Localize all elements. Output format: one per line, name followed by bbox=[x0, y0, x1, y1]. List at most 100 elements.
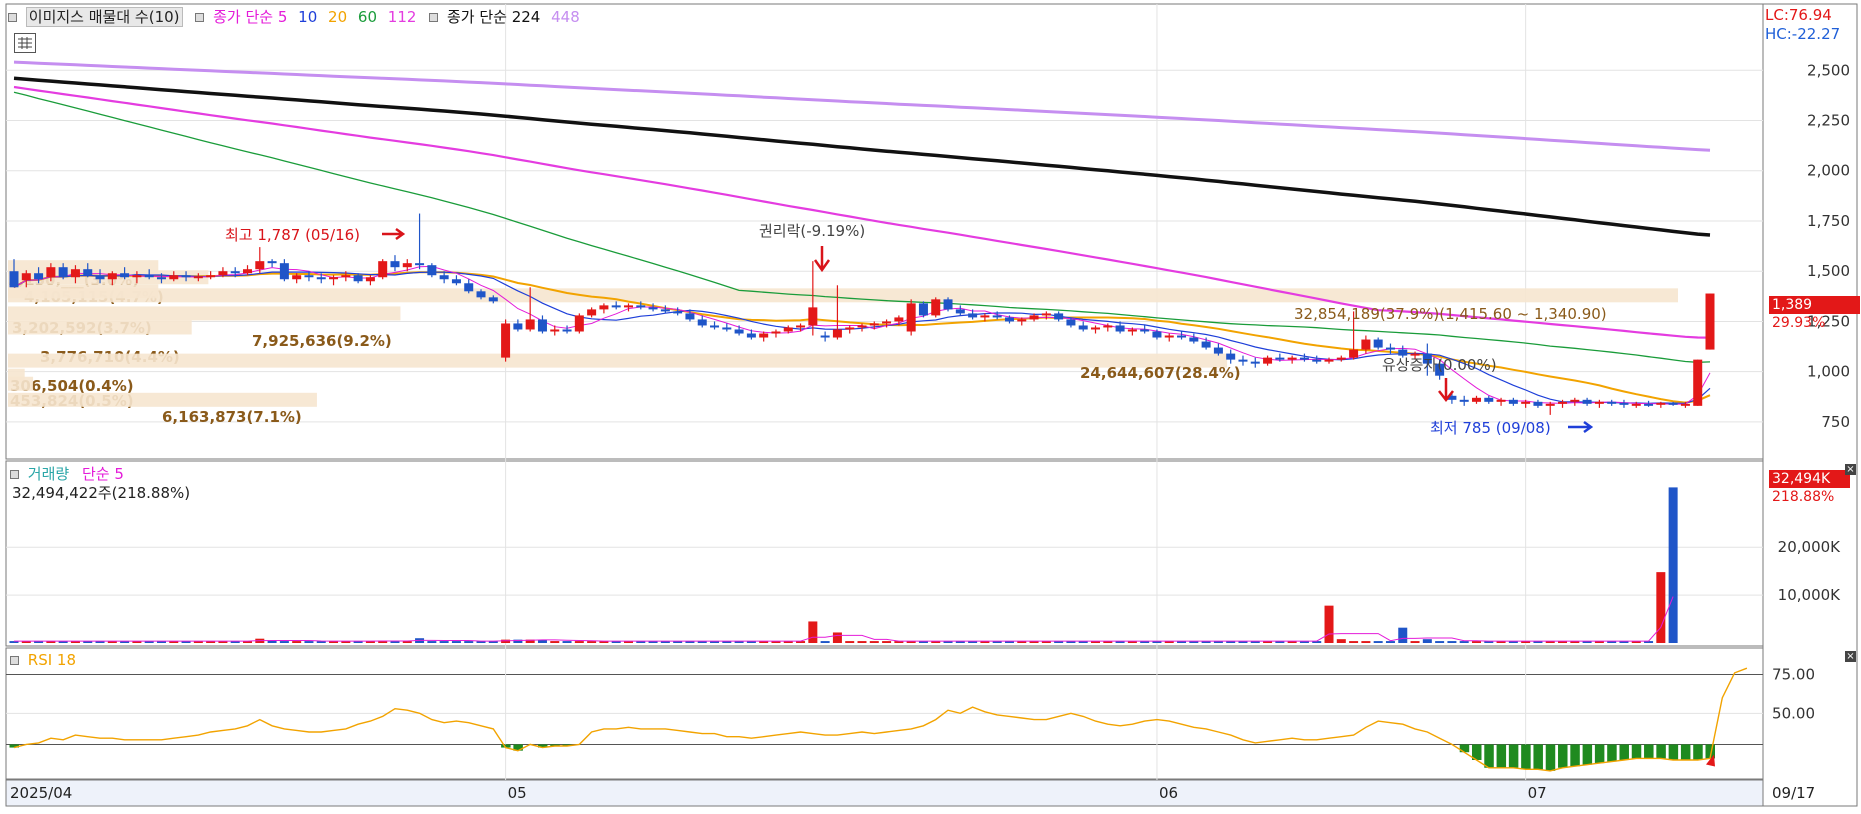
candle-body bbox=[1693, 359, 1703, 406]
candle-body bbox=[636, 305, 646, 308]
candle-body bbox=[95, 275, 105, 280]
ma224-label: 종가 단순 224 bbox=[446, 8, 541, 26]
candle-body bbox=[464, 283, 474, 292]
candle-body bbox=[869, 323, 879, 326]
candle-body bbox=[1066, 319, 1076, 326]
candle-body bbox=[1029, 315, 1039, 320]
candle-body bbox=[808, 307, 818, 326]
candle-body bbox=[574, 315, 584, 332]
volume-profile-label: 7,925,636(9.2%) bbox=[252, 332, 392, 350]
volume-bar bbox=[1324, 605, 1334, 643]
current-price-badge: 1,389 bbox=[1769, 296, 1860, 314]
volume-bar bbox=[882, 641, 892, 643]
candle-body bbox=[181, 275, 191, 278]
rsi-oversold-fill bbox=[1558, 744, 1568, 768]
candle-body bbox=[697, 319, 707, 326]
volume-bar bbox=[1459, 641, 1469, 643]
candle-body bbox=[685, 313, 695, 320]
candle-body bbox=[1115, 325, 1125, 332]
candle-body bbox=[1705, 293, 1715, 350]
candle-body bbox=[267, 261, 277, 264]
candle-body bbox=[218, 271, 228, 276]
collapse-icon[interactable] bbox=[429, 13, 439, 22]
volume-bar bbox=[832, 632, 842, 643]
close-icon[interactable]: × bbox=[1845, 651, 1856, 662]
table-grid-icon[interactable] bbox=[14, 33, 36, 53]
candle-body bbox=[1361, 339, 1371, 350]
ma-label: 종가 단순 bbox=[213, 8, 274, 26]
x-tick-label: 2025/04 bbox=[10, 784, 72, 802]
ma5-label: 5 bbox=[277, 8, 288, 26]
candle-body bbox=[1103, 325, 1113, 328]
volume-bar bbox=[1471, 641, 1481, 643]
candle-body bbox=[1041, 313, 1051, 316]
candle-body bbox=[243, 269, 253, 274]
price-indicator-title[interactable]: 이미지스 매물대 수(10) bbox=[25, 7, 183, 27]
volume-bar bbox=[1656, 572, 1666, 643]
candle-body bbox=[673, 311, 683, 314]
volume-bar bbox=[1398, 627, 1408, 643]
candle-body bbox=[955, 309, 965, 314]
candle-body bbox=[501, 323, 511, 358]
volume-tick-label: 20,000K bbox=[1778, 538, 1841, 556]
low-annotation-label: 최저 785 (09/08) bbox=[1430, 419, 1551, 437]
ma20-label: 20 bbox=[328, 8, 348, 26]
candle-body bbox=[1127, 329, 1137, 332]
rsi-oversold-fill bbox=[1656, 744, 1666, 759]
volume-profile-label: 24,644,607(28.4%) bbox=[1080, 364, 1241, 382]
candle-body bbox=[992, 315, 1002, 318]
candle-body bbox=[918, 303, 928, 316]
collapse-icon[interactable] bbox=[8, 13, 17, 22]
candle-body bbox=[1619, 402, 1629, 405]
candle-body bbox=[34, 273, 44, 280]
candle-body bbox=[1558, 401, 1568, 404]
candle-body bbox=[1373, 339, 1383, 348]
rsi-oversold-fill bbox=[1594, 744, 1605, 764]
candle-body bbox=[660, 309, 670, 312]
candle bbox=[378, 259, 388, 280]
candle-body bbox=[1164, 335, 1174, 338]
candle-body bbox=[1238, 359, 1248, 362]
collapse-icon[interactable] bbox=[10, 470, 19, 479]
price-tick-label: 750 bbox=[1821, 413, 1850, 431]
candle-body bbox=[1533, 401, 1543, 406]
candle-body bbox=[746, 333, 756, 338]
rsi-oversold-fill bbox=[1619, 744, 1629, 760]
candle-body bbox=[722, 327, 732, 330]
close-icon[interactable]: × bbox=[1845, 464, 1856, 475]
candle bbox=[943, 297, 953, 312]
rsi-oversold-fill bbox=[1668, 744, 1679, 760]
x-axis-bar bbox=[5, 779, 1764, 807]
price-tick-label: 2,000 bbox=[1807, 162, 1850, 180]
volume-bar bbox=[304, 641, 314, 643]
collapse-icon[interactable] bbox=[10, 656, 19, 665]
candle-body bbox=[943, 299, 953, 310]
rsi-tick-label: 75.00 bbox=[1772, 665, 1815, 683]
price-tick-label: 1,500 bbox=[1807, 262, 1850, 280]
candle-body bbox=[329, 277, 339, 280]
volume-current-change: 218.88% bbox=[1772, 489, 1835, 505]
candle-body bbox=[525, 319, 535, 330]
candle bbox=[931, 297, 941, 318]
candle-body bbox=[710, 325, 720, 328]
high-annotation-label: 최고 1,787 (05/16) bbox=[225, 226, 360, 244]
volume-profile-band bbox=[8, 320, 192, 335]
candle-body bbox=[1570, 399, 1580, 402]
volume-bar bbox=[464, 641, 474, 643]
candle-body bbox=[1004, 317, 1014, 322]
candle-body bbox=[1668, 402, 1678, 405]
rsi-tick-label: 50.00 bbox=[1772, 704, 1815, 722]
x-tick-label: 05 bbox=[508, 784, 527, 802]
rsi-legend: RSI 18 bbox=[10, 651, 76, 669]
candle-body bbox=[1091, 327, 1101, 330]
volume-bar bbox=[869, 641, 879, 643]
candle-body bbox=[120, 273, 130, 278]
candle-body bbox=[21, 273, 31, 281]
collapse-icon[interactable] bbox=[195, 13, 205, 22]
candle-body bbox=[1582, 399, 1592, 404]
candle-body bbox=[1484, 397, 1494, 402]
candle-body bbox=[1398, 349, 1408, 356]
rsi-oversold-fill bbox=[1607, 744, 1617, 762]
candle-body bbox=[70, 269, 80, 278]
candle-body bbox=[1680, 403, 1690, 406]
